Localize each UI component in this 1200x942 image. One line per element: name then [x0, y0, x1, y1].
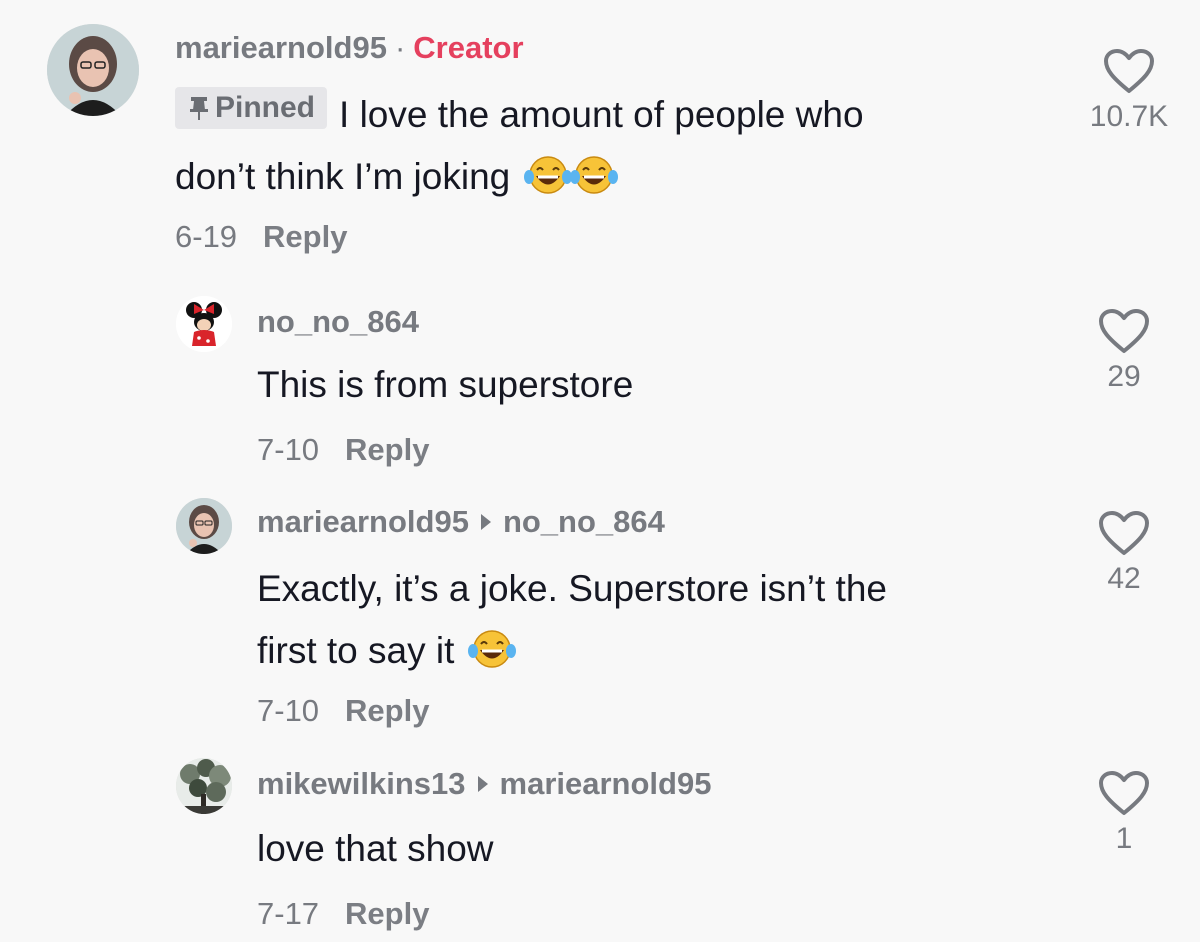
comment-date: 7-10 — [257, 432, 320, 467]
comment-text: Exactly, it’s a joke. Superstore isn’t t… — [257, 558, 887, 682]
pinned-label: Pinned — [215, 91, 316, 124]
reply-arrow-icon — [477, 776, 488, 792]
avatar[interactable] — [176, 296, 232, 352]
like-button[interactable]: 42 — [1064, 510, 1184, 596]
reply-to-username[interactable]: no_no_864 — [503, 504, 665, 540]
pinned-badge: Pinned — [175, 87, 328, 129]
comment-text: love that show — [257, 818, 494, 880]
tears-of-joy-emoji — [569, 156, 618, 194]
avatar-image — [47, 24, 139, 116]
comment-text: Pinned I love the amount of people who d… — [175, 84, 864, 208]
comment-item: no_no_864 This is from superstore 7-10 R… — [0, 280, 1200, 480]
comment-username[interactable]: mariearnold95 — [175, 30, 387, 66]
like-count: 29 — [1107, 360, 1141, 393]
avatar[interactable] — [47, 24, 139, 116]
comment-date: 7-17 — [257, 896, 320, 931]
comment-text-line: first to say it — [257, 630, 455, 671]
heart-outline-icon — [1099, 309, 1149, 353]
reply-arrow-icon — [480, 514, 491, 530]
like-count: 10.7K — [1089, 100, 1169, 133]
like-button[interactable]: 29 — [1064, 308, 1184, 394]
comment-item: mikewilkins13 mariearnold95 love that sh… — [0, 740, 1200, 942]
comment-date: 7-10 — [257, 693, 320, 728]
comment-text-line: love that show — [257, 828, 494, 869]
heart-outline-icon — [1099, 771, 1149, 815]
like-count: 1 — [1115, 822, 1133, 855]
comment-username[interactable]: no_no_864 — [257, 304, 419, 340]
reply-to-username[interactable]: mariearnold95 — [500, 766, 712, 802]
avatar[interactable] — [176, 498, 232, 554]
tears-of-joy-emoji — [467, 630, 516, 668]
comment-text-line: Exactly, it’s a joke. Superstore isn’t t… — [257, 568, 887, 609]
avatar-image — [176, 498, 232, 554]
comment-text-line: This is from superstore — [257, 364, 634, 405]
heart-outline-icon — [1104, 49, 1154, 93]
like-button[interactable]: 10.7K — [1069, 48, 1189, 134]
like-count: 42 — [1107, 562, 1141, 595]
comment-item: mariearnold95 · Creator Pinned I love th… — [0, 0, 1200, 270]
avatar-image — [176, 758, 232, 814]
comment-text-line: I love the amount of people who — [339, 94, 864, 135]
reply-button[interactable]: Reply — [263, 219, 347, 255]
comment-date: 6-19 — [175, 219, 238, 254]
reply-button[interactable]: Reply — [345, 432, 429, 468]
avatar[interactable] — [176, 758, 232, 814]
comment-username[interactable]: mariearnold95 — [257, 504, 469, 540]
comment-item: mariearnold95 no_no_864 Exactly, it’s a … — [0, 480, 1200, 740]
avatar-image — [176, 296, 232, 352]
comment-text: This is from superstore — [257, 354, 633, 416]
creator-badge: Creator — [413, 30, 524, 65]
comment-text-line: don’t think I’m joking — [175, 156, 511, 197]
separator-dot: · — [394, 30, 406, 65]
comment-username[interactable]: mikewilkins13 — [257, 766, 466, 802]
heart-outline-icon — [1099, 511, 1149, 555]
reply-button[interactable]: Reply — [345, 693, 429, 729]
pin-icon — [190, 97, 208, 120]
like-button[interactable]: 1 — [1064, 770, 1184, 856]
reply-button[interactable]: Reply — [345, 896, 429, 932]
